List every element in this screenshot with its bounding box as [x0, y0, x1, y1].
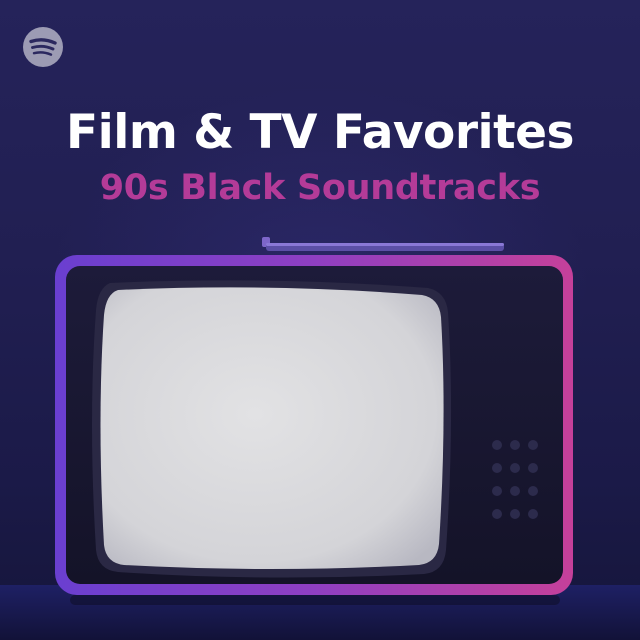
spotify-logo-icon	[23, 27, 63, 67]
playlist-title: Film & TV Favorites	[66, 105, 574, 160]
playlist-cover: Film & TV Favorites 90s Black Soundtrack…	[0, 0, 640, 640]
retro-tv-image	[0, 237, 640, 640]
playlist-subtitle: 90s Black Soundtracks	[99, 168, 541, 208]
